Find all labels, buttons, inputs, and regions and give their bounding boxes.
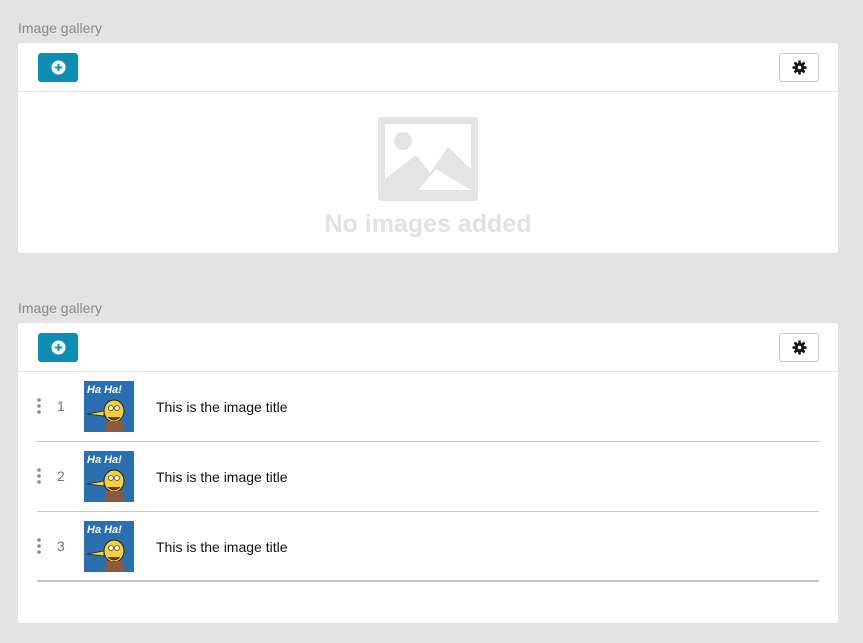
- image-placeholder-icon: [378, 117, 478, 201]
- gallery-panel-empty: No images added: [18, 43, 838, 253]
- gallery-panel-list: 1 Ha Ha! This is the image title 2 Ha Ha…: [18, 323, 838, 623]
- item-index: 1: [57, 398, 65, 414]
- gallery-label: Image gallery: [18, 300, 103, 316]
- gear-icon: [791, 340, 807, 355]
- image-thumbnail[interactable]: Ha Ha!: [84, 381, 134, 432]
- drag-handle-icon[interactable]: [37, 538, 41, 554]
- list-item[interactable]: 3 Ha Ha! This is the image title: [37, 512, 819, 582]
- drag-handle-icon[interactable]: [37, 398, 41, 414]
- gallery-settings-button[interactable]: [779, 53, 819, 82]
- list-item[interactable]: 2 Ha Ha! This is the image title: [37, 442, 819, 512]
- image-title: This is the image title: [156, 399, 288, 415]
- image-title: This is the image title: [156, 469, 288, 485]
- add-image-button[interactable]: [38, 333, 78, 362]
- image-title: This is the image title: [156, 539, 288, 555]
- item-index: 3: [57, 538, 65, 554]
- plus-circle-icon: [50, 60, 66, 75]
- thumbnail-caption: Ha Ha!: [87, 384, 122, 396]
- plus-circle-icon: [50, 340, 66, 355]
- gallery-toolbar: [18, 43, 838, 92]
- image-list: 1 Ha Ha! This is the image title 2 Ha Ha…: [18, 372, 838, 582]
- item-index: 2: [57, 468, 65, 484]
- list-item[interactable]: 1 Ha Ha! This is the image title: [37, 372, 819, 442]
- gallery-toolbar: [18, 323, 838, 372]
- thumbnail-caption: Ha Ha!: [87, 524, 122, 536]
- thumbnail-caption: Ha Ha!: [87, 454, 122, 466]
- empty-state: No images added: [18, 92, 838, 253]
- gear-icon: [791, 60, 807, 75]
- image-thumbnail[interactable]: Ha Ha!: [84, 521, 134, 572]
- image-thumbnail[interactable]: Ha Ha!: [84, 451, 134, 502]
- gallery-label: Image gallery: [18, 20, 103, 36]
- drag-handle-icon[interactable]: [37, 468, 41, 484]
- add-image-button[interactable]: [38, 53, 78, 82]
- empty-message: No images added: [324, 210, 532, 238]
- gallery-settings-button[interactable]: [779, 333, 819, 362]
